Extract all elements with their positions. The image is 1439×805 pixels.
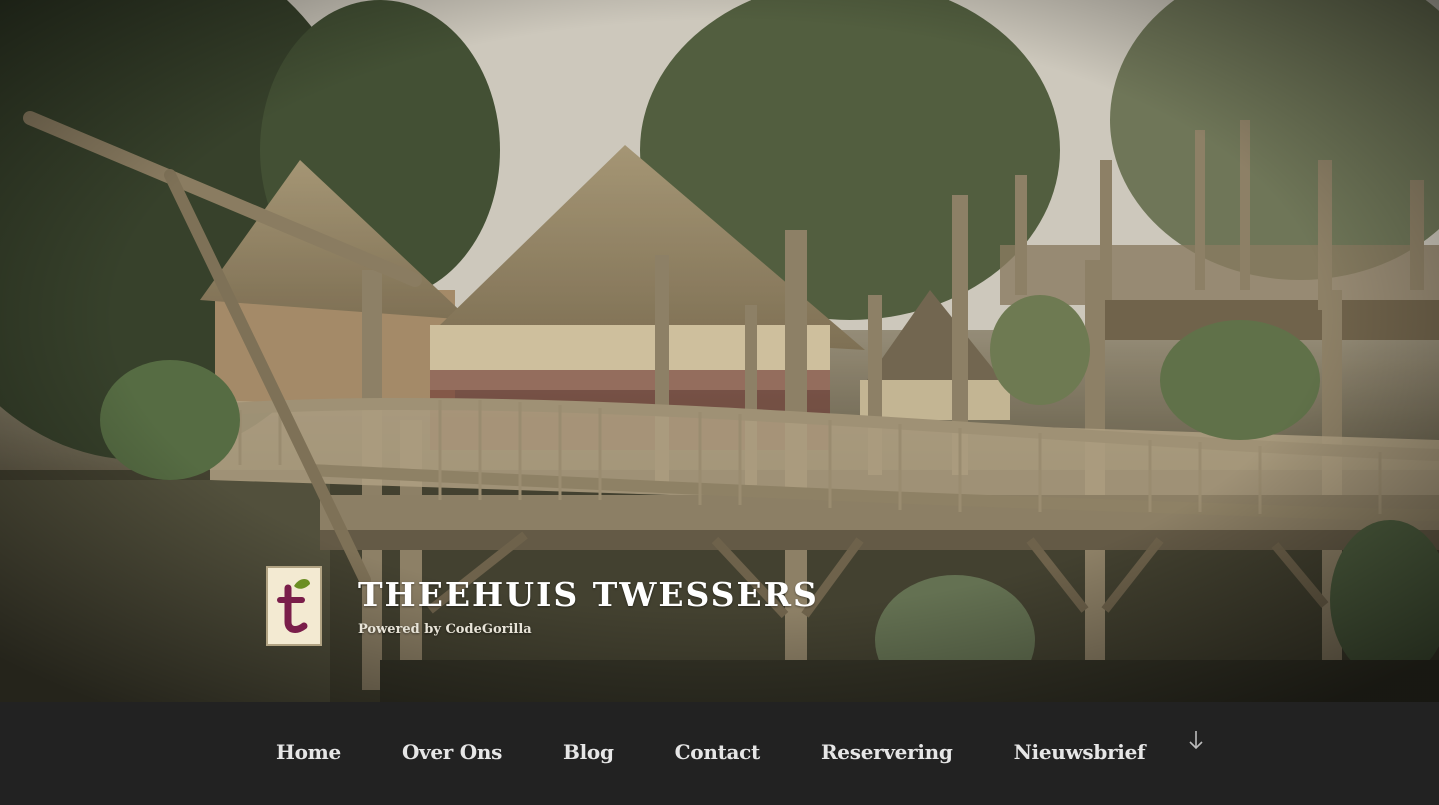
nav-link-reservering[interactable]: Reservering xyxy=(821,740,953,764)
nav-item-over-ons: Over Ons xyxy=(402,740,502,764)
nav-link-home[interactable]: Home xyxy=(276,740,341,764)
hero-header-image: Theehuis Twessers Powered by CodeGorilla xyxy=(0,0,1439,702)
nav-item-reservering: Reservering xyxy=(821,740,953,764)
nav-link-nieuwsbrief[interactable]: Nieuwsbrief xyxy=(1014,740,1146,764)
nav-item-home: Home xyxy=(276,740,341,764)
site-tagline: Powered by CodeGorilla xyxy=(358,622,532,637)
scroll-down-button[interactable] xyxy=(1184,728,1208,752)
nav-item-blog: Blog xyxy=(563,740,614,764)
site-logo[interactable] xyxy=(266,566,322,646)
arrow-down-icon xyxy=(1189,731,1203,750)
nav-menu: Home Over Ons Blog Contact Reservering N… xyxy=(276,740,1206,764)
teapot-leaf-logo-icon xyxy=(277,579,310,633)
nav-item-contact: Contact xyxy=(675,740,761,764)
main-navigation: Home Over Ons Blog Contact Reservering N… xyxy=(0,702,1439,805)
nav-link-blog[interactable]: Blog xyxy=(563,740,614,764)
nav-item-nieuwsbrief: Nieuwsbrief xyxy=(1014,740,1146,764)
nav-link-contact[interactable]: Contact xyxy=(675,740,761,764)
nav-link-over-ons[interactable]: Over Ons xyxy=(402,740,502,764)
site-title[interactable]: Theehuis Twessers xyxy=(358,576,819,614)
site-branding: Theehuis Twessers Powered by CodeGorilla xyxy=(266,566,819,646)
